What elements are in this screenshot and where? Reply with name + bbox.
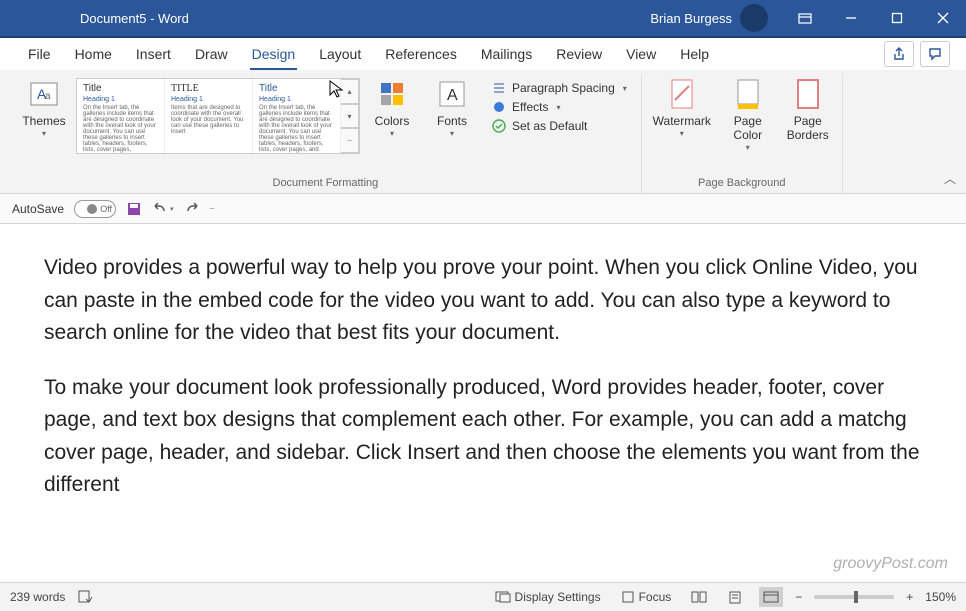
page-color-label: Page Color <box>720 114 776 142</box>
ribbon-tabs: File Home Insert Draw Design Layout Refe… <box>0 38 966 70</box>
page-color-button[interactable]: Page Color ▾ <box>720 74 776 152</box>
colors-label: Colors <box>375 114 410 128</box>
collapse-ribbon-button[interactable]: ︿ <box>944 170 956 187</box>
autosave-label: AutoSave <box>12 202 64 216</box>
watermark-label: Watermark <box>653 114 711 128</box>
tab-view[interactable]: View <box>614 38 668 70</box>
watermark-icon <box>666 78 698 110</box>
save-icon <box>126 201 142 217</box>
svg-text:a: a <box>45 91 51 102</box>
display-settings-icon <box>495 590 511 604</box>
effects-button[interactable]: Effects▾ <box>488 99 631 115</box>
document-area[interactable]: Video provides a powerful way to help yo… <box>0 224 966 582</box>
tab-help[interactable]: Help <box>668 38 721 70</box>
fonts-button[interactable]: A Fonts ▾ <box>424 74 480 138</box>
paragraph-1: Video provides a powerful way to help yo… <box>44 252 922 350</box>
maximize-button[interactable] <box>874 0 920 36</box>
user-name[interactable]: Brian Burgess <box>650 11 732 26</box>
watermark-button[interactable]: Watermark ▾ <box>648 74 716 138</box>
gallery-scroll-up[interactable]: ▴ <box>341 79 359 104</box>
ribbon-display-options[interactable] <box>782 0 828 36</box>
paragraph-spacing-button[interactable]: Paragraph Spacing▾ <box>488 80 631 96</box>
minimize-button[interactable] <box>828 0 874 36</box>
undo-button[interactable]: ▾ <box>152 201 174 217</box>
zoom-slider[interactable] <box>814 595 894 599</box>
group-label-document-formatting: Document Formatting <box>273 175 379 193</box>
page-borders-label: Page Borders <box>780 114 836 142</box>
chevron-down-icon: ▾ <box>390 129 394 138</box>
checkmark-icon <box>492 119 506 133</box>
tab-draw[interactable]: Draw <box>183 38 240 70</box>
qat-customize[interactable]: ⎯ <box>210 203 215 214</box>
redo-button[interactable] <box>184 201 200 217</box>
tab-review[interactable]: Review <box>544 38 614 70</box>
quick-access-toolbar: AutoSave Off ▾ ⎯ <box>0 194 966 224</box>
style-card-1[interactable]: Title Heading 1 On the Insert tab, the g… <box>77 79 165 153</box>
focus-icon <box>621 590 635 604</box>
save-button[interactable] <box>126 201 142 217</box>
tab-home[interactable]: Home <box>63 38 124 70</box>
paragraph-2: To make your document look professionall… <box>44 372 922 502</box>
zoom-out-button[interactable]: − <box>795 590 802 604</box>
style-card-3[interactable]: Title Heading 1 On the Insert tab, the g… <box>253 79 341 153</box>
tab-references[interactable]: References <box>373 38 469 70</box>
status-bar: 239 words Display Settings Focus − + 150… <box>0 582 966 611</box>
close-button[interactable] <box>920 0 966 36</box>
spelling-status-icon[interactable] <box>77 588 93 607</box>
page-borders-button[interactable]: Page Borders <box>780 74 836 142</box>
tab-layout[interactable]: Layout <box>307 38 373 70</box>
title-bar: Document5 - Word Brian Burgess <box>0 0 966 36</box>
fonts-label: Fonts <box>437 114 467 128</box>
themes-label: Themes <box>22 114 65 128</box>
print-layout-view[interactable] <box>723 587 747 607</box>
undo-icon <box>152 201 168 217</box>
ribbon: Aa Themes ▾ Title Heading 1 On the Inser… <box>0 70 966 194</box>
page-borders-icon <box>792 78 824 110</box>
read-mode-view[interactable] <box>687 587 711 607</box>
tab-design[interactable]: Design <box>240 38 308 70</box>
redo-icon <box>184 201 200 217</box>
paragraph-spacing-icon <box>492 81 506 95</box>
group-label-page-background: Page Background <box>698 175 785 193</box>
chevron-down-icon: ▾ <box>42 129 46 138</box>
themes-button[interactable]: Aa Themes ▾ <box>16 74 72 138</box>
user-avatar[interactable] <box>740 4 768 32</box>
chevron-down-icon: ▾ <box>680 129 684 138</box>
display-settings-button[interactable]: Display Settings <box>491 590 605 604</box>
tab-mailings[interactable]: Mailings <box>469 38 544 70</box>
autosave-toggle[interactable]: Off <box>74 200 116 218</box>
chevron-down-icon: ▾ <box>556 103 560 112</box>
colors-button[interactable]: Colors ▾ <box>364 74 420 138</box>
fonts-icon: A <box>436 78 468 110</box>
effects-icon <box>492 100 506 114</box>
tab-file[interactable]: File <box>16 38 63 70</box>
chevron-down-icon: ▾ <box>450 129 454 138</box>
comments-button[interactable] <box>920 41 950 67</box>
focus-button[interactable]: Focus <box>617 590 676 604</box>
gallery-more[interactable]: ⎯ <box>341 128 359 153</box>
document-title: Document5 - Word <box>80 11 189 26</box>
zoom-in-button[interactable]: + <box>906 590 913 604</box>
share-button[interactable] <box>884 41 914 67</box>
word-count[interactable]: 239 words <box>10 590 65 604</box>
chevron-down-icon: ▾ <box>623 84 627 93</box>
style-set-gallery[interactable]: Title Heading 1 On the Insert tab, the g… <box>76 78 360 154</box>
gallery-scroll-down[interactable]: ▾ <box>341 104 359 129</box>
svg-text:A: A <box>447 87 458 104</box>
themes-icon: Aa <box>28 78 60 110</box>
tab-insert[interactable]: Insert <box>124 38 183 70</box>
colors-icon <box>376 78 408 110</box>
zoom-level[interactable]: 150% <box>925 590 956 604</box>
style-card-2[interactable]: TITLE Heading 1 Items that are designed … <box>165 79 253 153</box>
set-as-default-button[interactable]: Set as Default <box>488 118 631 134</box>
chevron-down-icon: ▾ <box>746 143 750 152</box>
page-color-icon <box>732 78 764 110</box>
web-layout-view[interactable] <box>759 587 783 607</box>
